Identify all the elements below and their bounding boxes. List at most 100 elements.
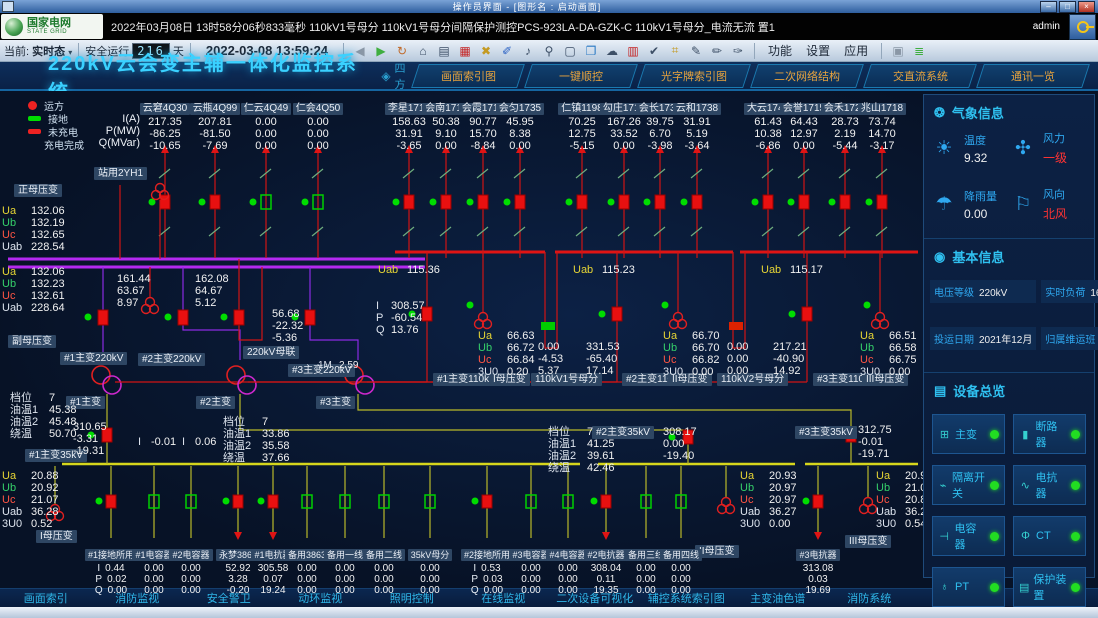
toolbar-icon[interactable]: ⌗ (665, 42, 685, 59)
header-tab[interactable]: 光字牌索引图 (637, 64, 751, 88)
legend-swatch-icon (28, 140, 37, 149)
toolbar-icon[interactable]: ❐ (581, 42, 601, 59)
toolbar-icon[interactable]: ⌂ (413, 42, 433, 59)
feeder-bay-35kv[interactable]: 备用二线0.000.000.00 (358, 545, 410, 596)
bus2-110kv-voltage: Uab115.23 (573, 264, 635, 276)
fan-icon: ✣ (1011, 137, 1035, 160)
badge-pt35-3[interactable]: III母压变 (845, 535, 891, 548)
t2-temperature-info: 档位7 油温133.86 油温235.58 绕温37.66 (223, 416, 290, 464)
toolbar-tail-icon[interactable]: ▣ (888, 42, 908, 59)
sun-icon: ☀ (932, 137, 956, 160)
badge-t3[interactable]: #3主变 (316, 396, 355, 409)
legend-swatch-icon (28, 101, 37, 110)
badge-t2-220kv[interactable]: #2主变220kV (138, 353, 205, 366)
menu-item[interactable]: 功能 (761, 42, 799, 59)
badge-bustie-220kv[interactable]: 220kV母联 (243, 346, 299, 359)
maximize-button[interactable]: □ (1059, 1, 1076, 13)
alarm-ticker-text[interactable]: 2022年03月08日 13时58分06秒833毫秒 110kV1号母分 110… (103, 19, 1024, 35)
device-overview-section-header: ▤ 设备总览 (924, 373, 1094, 404)
t2-35kv-measurements: 308.170.00-19.40 (663, 426, 697, 462)
toolbar-icon[interactable]: ✎ (686, 42, 706, 59)
toolbar-icon[interactable]: ▦ (455, 42, 475, 59)
toolbar-icon[interactable]: ✑ (728, 42, 748, 59)
feeder-name-badge[interactable]: 仁云4Q49 (241, 103, 291, 115)
device-status-button[interactable]: ⊞ 主变 (932, 414, 1005, 454)
device-status-button[interactable]: ⊣ 电容器 (932, 516, 1005, 556)
info-row: 绕温42.46 (548, 462, 615, 474)
aux-bus-voltages: Ua132.06 Ub132.23 Uc132.61 Uab228.64 (2, 266, 65, 314)
device-status-button[interactable]: ▤ 保护装置 (1013, 567, 1086, 607)
feeder-name-badge[interactable]: 35kV母分 (408, 549, 453, 561)
feeder-bay-35kv[interactable]: #3电抗器313.080.0319.69 (792, 545, 844, 596)
feeder-name-badge[interactable]: 备用四线 (660, 549, 702, 561)
header-tab[interactable]: 通讯一览 (976, 64, 1090, 88)
minimize-button[interactable]: – (1040, 1, 1057, 13)
clipboard-icon: ▤ (934, 383, 946, 399)
badge-station-transformer[interactable]: 站用2YH1 (94, 167, 147, 180)
info-row: 绕温50.70 (10, 428, 77, 440)
feeder-bay-110kv[interactable]: 云和173831.915.19-3.64 (671, 98, 723, 152)
feeder-bay-110kv[interactable]: 会匀173545.958.380.00 (494, 98, 546, 152)
toolbar-icon[interactable]: ✐ (497, 42, 517, 59)
header-tab[interactable]: 一键顺控 (524, 64, 638, 88)
feeder-bay-110kv[interactable]: 兆山171873.7414.70-3.17 (856, 98, 908, 152)
feeder-bay-220kv[interactable]: 云窘4Q30217.35-86.25-10.65 (139, 98, 191, 152)
badge-aux-bus-pt[interactable]: 副母压变 (8, 335, 56, 348)
header-tab[interactable]: 画面索引图 (411, 64, 525, 88)
feeder-name-badge[interactable]: 云瓶4Q99 (190, 103, 240, 115)
device-status-button[interactable]: ▮ 断路器 (1013, 414, 1086, 454)
badge-t2[interactable]: #2主变 (196, 396, 235, 409)
voltage-class-cell: 电压等级220kV (930, 280, 1036, 303)
toolbar-icon[interactable]: ▤ (434, 42, 454, 59)
info-row: 油温145.38 (10, 404, 77, 416)
toolbar-icon[interactable]: ♪ (518, 42, 538, 59)
feeder-bay-35kv[interactable]: #2电容器0.000.000.00 (165, 545, 217, 596)
pt35-1-voltages: Ua20.88 Ub20.92 Uc21.07 Uab36.28 3U00.52 (2, 470, 59, 530)
feeder-name-badge[interactable]: #3电抗器 (796, 549, 839, 561)
feeder-name-badge[interactable]: #2电容器 (169, 549, 212, 561)
bottom-nav-item[interactable]: 画面索引 (0, 590, 92, 606)
badge-t1-220kv[interactable]: #1主变220kV (60, 352, 127, 365)
feeder-bay-220kv[interactable]: 仁会4Q500.000.000.00 (292, 98, 344, 152)
voltage-row: Uc132.65 (2, 229, 65, 241)
wind-power-cell: ✣ 风力 一级 (1011, 130, 1090, 166)
badge-pt35-1[interactable]: I母压变 (36, 530, 77, 543)
feeder-name-badge[interactable]: 云和1738 (673, 103, 721, 115)
feeder-bay-35kv[interactable]: 备用四线0.000.000.00 (655, 545, 707, 596)
toolbar-icon[interactable]: ↻ (392, 42, 412, 59)
device-status-button[interactable]: Φ CT (1013, 516, 1086, 556)
device-status-button[interactable]: ♁ PT (932, 567, 1005, 607)
device-status-button[interactable]: ⌁ 隔离开关 (932, 465, 1005, 505)
voltage-row: Uc132.61 (2, 290, 65, 302)
login-key-button[interactable] (1069, 14, 1096, 40)
device-status-button[interactable]: ∿ 电抗器 (1013, 465, 1086, 505)
feeder-bay-220kv[interactable]: 云瓶4Q99207.81-81.50-7.69 (189, 98, 241, 152)
badge-t3-35kv[interactable]: #3主变35kV (795, 426, 857, 439)
feeder-name-badge[interactable]: 云窘4Q30 (140, 103, 190, 115)
menu-item[interactable]: 设置 (799, 42, 837, 59)
toolbar-tail-icon[interactable]: ≣ (909, 42, 929, 59)
header-tab[interactable]: 二次网络结构 (750, 64, 864, 88)
toolbar-icon[interactable]: ✏ (707, 42, 727, 59)
menu-item[interactable]: 应用 (837, 42, 875, 59)
bus-1m-current: 1M2.59 (318, 360, 358, 372)
status-ok-dot (990, 532, 999, 541)
info-row: 档位7 (548, 426, 615, 438)
toolbar-icon[interactable]: ✖ (476, 42, 496, 59)
badge-main-bus-pt[interactable]: 正母压变 (14, 184, 62, 197)
feeder-bay-35kv[interactable]: 35kV母分0.000.000.00 (404, 545, 456, 596)
t1-35kv-measurements: 310.65-3.31-19.31 (73, 421, 107, 457)
toolbar-icon[interactable]: ▶ (371, 42, 391, 59)
feeder-bay-220kv[interactable]: 仁云4Q490.000.000.00 (240, 98, 292, 152)
toolbar-icon[interactable]: ⚲ (539, 42, 559, 59)
feeder-name-badge[interactable]: 会匀1735 (496, 103, 544, 115)
feeder-name-badge[interactable]: 备用二线 (363, 549, 405, 561)
toolbar-icon[interactable]: ▥ (623, 42, 643, 59)
feeder-name-badge[interactable]: 仁会4Q50 (293, 103, 343, 115)
toolbar-icon[interactable]: ✔ (644, 42, 664, 59)
toolbar-icon[interactable]: ▢ (560, 42, 580, 59)
close-button[interactable]: × (1078, 1, 1095, 13)
toolbar-icon[interactable]: ☁ (602, 42, 622, 59)
header-tab[interactable]: 交直流系统 (863, 64, 977, 88)
feeder-name-badge[interactable]: 兆山1718 (858, 103, 906, 115)
